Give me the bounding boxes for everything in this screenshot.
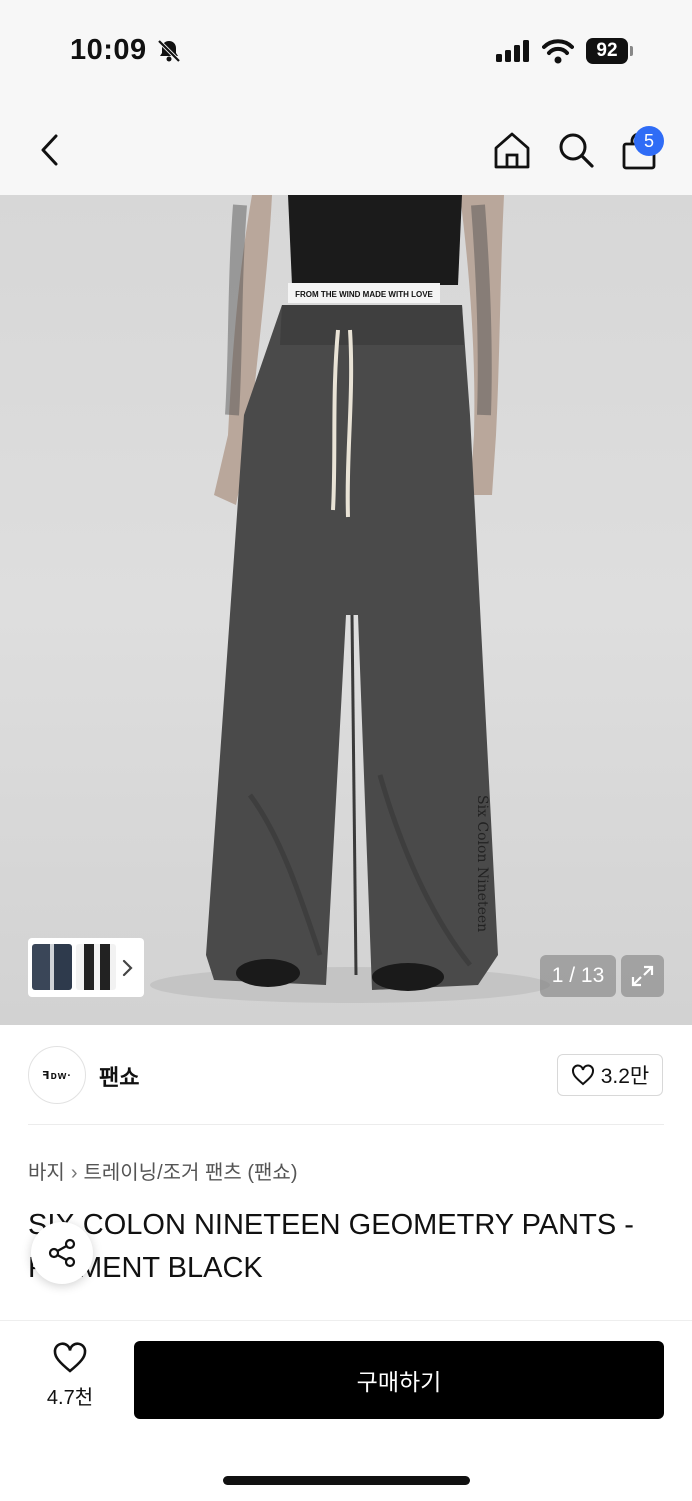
thumbnail-strip[interactable] xyxy=(28,938,144,997)
share-button[interactable] xyxy=(31,1222,93,1284)
heart-icon xyxy=(571,1064,594,1086)
product-title: SIX COLON NINETEEN GEOMETRY PANTS - PIGM… xyxy=(28,1209,634,1284)
bell-muted-icon xyxy=(157,39,181,63)
wishlist-button[interactable]: 4.7천 xyxy=(30,1342,110,1410)
expand-button[interactable] xyxy=(621,955,664,997)
leg-print: Six Colon Nineteen xyxy=(474,795,490,932)
heart-icon xyxy=(53,1342,87,1373)
expand-icon xyxy=(631,965,654,987)
wifi-icon xyxy=(542,39,574,64)
home-icon[interactable] xyxy=(492,130,532,170)
thumbnail-1[interactable] xyxy=(32,944,72,990)
product-photo-illustration: FROM THE WIND MADE WITH LOVE Six Colon N… xyxy=(150,195,550,1003)
breadcrumb-item[interactable]: 바지 xyxy=(28,1162,65,1184)
status-bar: 10:09 92 xyxy=(0,0,692,100)
search-icon[interactable] xyxy=(556,130,596,170)
cart-count-badge: 5 xyxy=(634,126,664,156)
cellular-signal-icon xyxy=(496,40,529,62)
brand-name[interactable]: 팬쇼 xyxy=(99,1060,139,1092)
breadcrumb-item[interactable]: 트레이닝/조거 팬츠 (팬쇼) xyxy=(83,1162,297,1184)
buy-button[interactable]: 구매하기 xyxy=(134,1341,664,1419)
battery-indicator: 92 xyxy=(586,38,628,64)
breadcrumb-separator-icon: › xyxy=(70,1162,78,1184)
breadcrumb: 바지 › 트레이닝/조거 팬츠 (팬쇼) xyxy=(28,1156,297,1185)
divider xyxy=(28,1124,664,1125)
back-icon[interactable] xyxy=(38,132,62,168)
brand-like-button[interactable]: 3.2만 xyxy=(557,1054,663,1096)
wishlist-count: 4.7천 xyxy=(46,1387,94,1409)
battery-tip xyxy=(630,46,633,56)
home-indicator[interactable] xyxy=(223,1476,470,1485)
image-counter: 1 / 13 xyxy=(540,955,616,997)
waistband-print: FROM THE WIND MADE WITH LOVE xyxy=(295,290,433,299)
thumbnail-2[interactable] xyxy=(76,944,116,990)
share-icon xyxy=(48,1238,76,1268)
top-nav xyxy=(0,100,692,195)
brand-like-count: 3.2만 xyxy=(600,1065,650,1088)
brand-logo[interactable]: ꟻᴅᴡ· xyxy=(28,1046,86,1104)
product-image[interactable]: FROM THE WIND MADE WITH LOVE Six Colon N… xyxy=(0,195,692,1025)
status-time: 10:09 xyxy=(70,34,147,66)
chevron-right-icon[interactable] xyxy=(122,959,134,977)
